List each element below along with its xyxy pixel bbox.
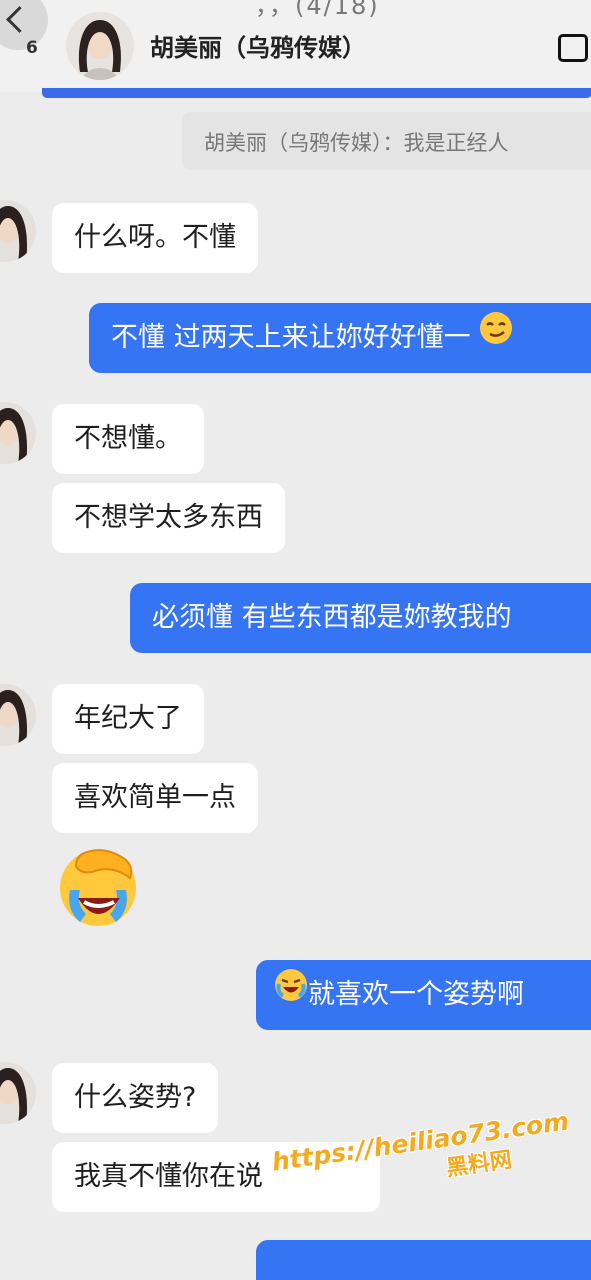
- chevron-left-icon: [6, 6, 33, 33]
- message-text: 我真不懂你在说: [74, 1161, 263, 1192]
- message-text: 喜欢简单一点: [74, 782, 236, 813]
- more-options-icon[interactable]: [558, 34, 588, 62]
- message-text: 不想学太多东西: [74, 502, 263, 533]
- message-bubble-outgoing[interactable]: 就喜欢一个姿势啊: [256, 960, 591, 1030]
- message-text: 不懂 过两天上来让妳好好懂一: [111, 322, 471, 353]
- laugh-crying-emoji-icon: [274, 959, 308, 1029]
- message-bubble-outgoing[interactable]: 必须懂 有些东西都是妳教我的: [130, 583, 591, 653]
- avatar[interactable]: [0, 1062, 36, 1124]
- back-button[interactable]: [0, 0, 48, 50]
- message-bubble-incoming[interactable]: 不想懂。: [52, 404, 204, 474]
- avatar[interactable]: [0, 684, 36, 746]
- status-fragment: ，，(4/18): [255, 0, 380, 20]
- quoted-message-text: 胡美丽（乌鸦传媒）：我是正经人: [204, 131, 509, 155]
- avatar[interactable]: [0, 402, 36, 464]
- message-text: 什么姿势?: [74, 1082, 197, 1113]
- message-bubble-incoming[interactable]: 喜欢简单一点: [52, 763, 258, 833]
- chat-title: 胡美丽（乌鸦传媒）: [150, 34, 366, 62]
- message-text: 就喜欢一个姿势啊: [308, 979, 524, 1010]
- pinned-strip: [42, 88, 591, 98]
- quoted-message[interactable]: 胡美丽（乌鸦传媒）：我是正经人: [182, 112, 591, 170]
- avatar[interactable]: [66, 12, 134, 80]
- message-text: 什么呀。不懂: [74, 222, 236, 253]
- message-bubble-outgoing[interactable]: 不懂 过两天上来让妳好好懂一: [89, 303, 591, 373]
- message-bubble-incoming[interactable]: 年纪大了: [52, 684, 204, 754]
- message-bubble-outgoing[interactable]: [256, 1240, 591, 1280]
- unread-count-badge: 6: [26, 38, 38, 58]
- chat-screen: ，，(4/18) 6 胡美丽（乌鸦传媒） 胡美丽（乌鸦传媒）：我是正经人 什么呀…: [0, 0, 591, 1280]
- watermark: https://heiliao73.com 黑料网: [270, 1106, 575, 1206]
- message-bubble-incoming[interactable]: 什么呀。不懂: [52, 203, 258, 273]
- smirk-emoji-icon: [479, 302, 513, 372]
- avatar[interactable]: [0, 200, 36, 262]
- message-text: 年纪大了: [74, 703, 182, 734]
- message-text: 必须懂 有些东西都是妳教我的: [152, 602, 512, 633]
- facepalm-crying-emoji-icon[interactable]: [52, 840, 142, 930]
- message-bubble-incoming[interactable]: 什么姿势?: [52, 1063, 219, 1133]
- message-text: 不想懂。: [74, 423, 182, 454]
- message-bubble-incoming[interactable]: 不想学太多东西: [52, 483, 285, 553]
- chat-header: ，，(4/18) 6 胡美丽（乌鸦传媒）: [0, 0, 591, 98]
